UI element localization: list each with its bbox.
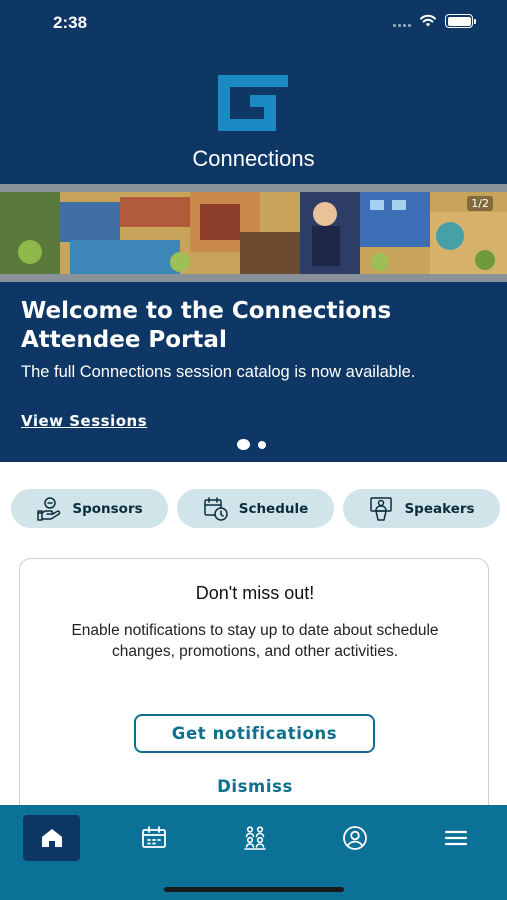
profile-icon xyxy=(342,826,367,850)
carousel-title: Welcome to the Connections Attendee Port… xyxy=(21,298,392,353)
signal-icon xyxy=(393,15,411,27)
status-icons xyxy=(393,14,476,28)
dismiss-button[interactable]: Dismiss xyxy=(20,777,490,796)
sponsor-hand-icon xyxy=(37,496,61,521)
carousel-dot-2[interactable] xyxy=(258,440,266,449)
carousel-dot-1[interactable] xyxy=(237,439,250,450)
calendar-clock-icon xyxy=(203,496,228,521)
app-title: Connections xyxy=(192,146,315,171)
speakers-label: Speakers xyxy=(404,500,475,517)
sponsors-label: Sponsors xyxy=(72,500,143,517)
schedule-button[interactable]: Schedule xyxy=(177,489,334,528)
status-bar: 2:38 xyxy=(0,0,507,48)
speaker-podium-icon xyxy=(370,496,393,521)
battery-icon xyxy=(445,14,476,28)
status-time: 2:38 xyxy=(53,13,88,32)
notification-card-title: Don't miss out! xyxy=(195,583,315,603)
people-icon xyxy=(243,826,266,850)
tab-bar xyxy=(0,805,507,900)
notification-card-text: Enable notifications to stay up to date … xyxy=(71,622,439,660)
connections-logo-icon xyxy=(218,75,288,131)
carousel-pagination[interactable] xyxy=(237,439,266,450)
calendar-icon xyxy=(141,826,166,848)
quick-links: Sponsors Schedule Speakers xyxy=(11,489,501,529)
tab-menu[interactable] xyxy=(427,815,484,861)
banner-illustration xyxy=(0,192,507,274)
view-sessions-link[interactable]: View Sessions xyxy=(21,412,147,430)
tab-profile[interactable] xyxy=(326,815,383,861)
get-notifications-button[interactable]: Get notifications xyxy=(134,714,375,753)
menu-icon xyxy=(444,830,467,846)
tab-schedule[interactable] xyxy=(125,815,182,861)
tab-attendees[interactable] xyxy=(226,815,283,861)
banner-counter: 1/2 xyxy=(467,196,493,211)
schedule-label: Schedule xyxy=(238,500,309,517)
carousel-text: The full Connections session catalog is … xyxy=(21,363,416,381)
tab-home[interactable] xyxy=(23,815,80,861)
speakers-button[interactable]: Speakers xyxy=(343,489,500,528)
wifi-icon xyxy=(420,14,436,27)
notification-card: Don't miss out! Enable notifications to … xyxy=(19,558,489,818)
home-icon xyxy=(41,829,62,847)
banner-image xyxy=(0,184,507,282)
home-indicator xyxy=(164,887,344,892)
sponsors-button[interactable]: Sponsors xyxy=(11,489,168,528)
